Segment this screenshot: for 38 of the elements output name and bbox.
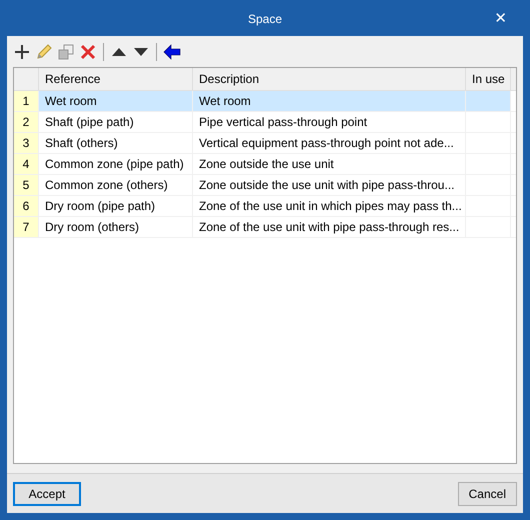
row-number: 3 <box>14 133 39 153</box>
table-cell: Common zone (others) <box>39 175 193 195</box>
table-row[interactable]: 7 Dry room (others) Zone of the use unit with pipe pass-through res... <box>14 217 516 238</box>
table-cell: Zone of the use unit with pipe pass-through res... <box>193 217 466 237</box>
table-cell: Wet room <box>193 91 466 111</box>
row-number: 1 <box>14 91 39 111</box>
plus-icon[interactable] <box>13 43 31 61</box>
row-number: 6 <box>14 196 39 216</box>
table-cell: Dry room (pipe path) <box>39 196 193 216</box>
table-row[interactable]: 5 Common zone (others) Zone outside the use unit with pipe pass-throu... <box>14 175 516 196</box>
row-number: 4 <box>14 154 39 174</box>
table-row[interactable]: 1 Wet room Wet room <box>14 91 516 112</box>
table-cell: Pipe vertical pass-through point <box>193 112 466 132</box>
column-header[interactable]: Reference <box>39 68 193 90</box>
table-cell: Shaft (others) <box>39 133 193 153</box>
left-arrow-icon[interactable] <box>163 43 181 61</box>
table-row[interactable]: 2 Shaft (pipe path) Pipe vertical pass-through point <box>14 112 516 133</box>
column-header[interactable]: In use <box>466 68 511 90</box>
cancel-button[interactable]: Cancel <box>458 482 517 506</box>
table-cell: Zone outside the use unit with pipe pass-throu... <box>193 175 466 195</box>
table-cell: Vertical equipment pass-through point not ade... <box>193 133 466 153</box>
table-cell: Shaft (pipe path) <box>39 112 193 132</box>
table-cell: Common zone (pipe path) <box>39 154 193 174</box>
table-cell: Dry room (others) <box>39 217 193 237</box>
delete-icon[interactable] <box>79 43 97 61</box>
close-button[interactable]: ✕ <box>490 9 511 27</box>
table-row[interactable]: 6 Dry room (pipe path) Zone of the use unit in which pipes may pass th... <box>14 196 516 217</box>
table-cell: Zone of the use unit in which pipes may pass th... <box>193 196 466 216</box>
table-cell: Wet room <box>39 91 193 111</box>
column-header[interactable]: Description <box>193 68 466 90</box>
table-cell: Zone outside the use unit <box>193 154 466 174</box>
accept-button[interactable]: Accept <box>13 482 81 506</box>
table-row[interactable]: 3 Shaft (others) Vertical equipment pass-through point not ade... <box>14 133 516 154</box>
table-row[interactable]: 4 Common zone (pipe path) Zone outside the use unit <box>14 154 516 175</box>
row-number: 2 <box>14 112 39 132</box>
row-number: 7 <box>14 217 39 237</box>
row-number: 5 <box>14 175 39 195</box>
window-title: Space <box>248 12 282 26</box>
